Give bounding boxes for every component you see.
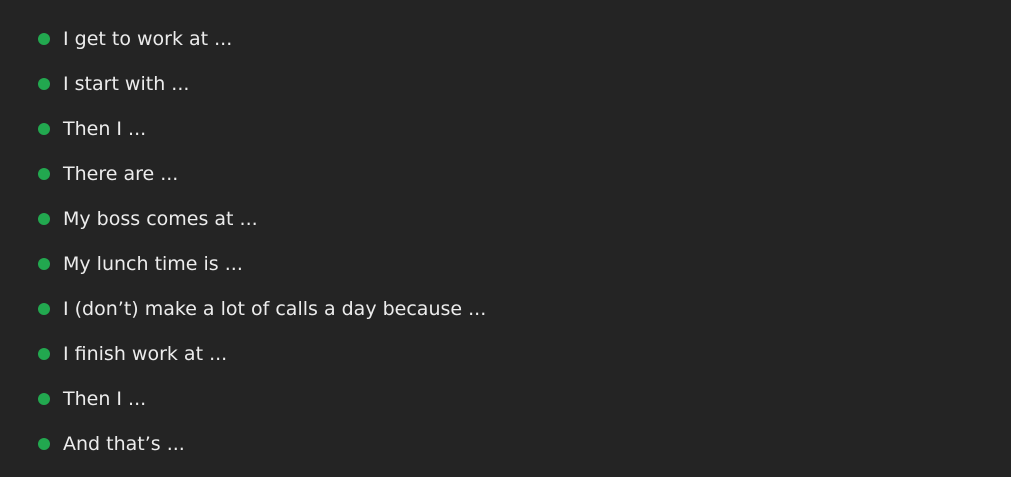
list-item: I get to work at ...	[38, 16, 486, 61]
list-item-text: And that’s ...	[63, 432, 185, 455]
list-item: My boss comes at ...	[38, 196, 486, 241]
bullet-dot-icon	[38, 347, 50, 360]
list-item-text: I finish work at ...	[63, 342, 228, 365]
bullet-dot-icon	[38, 302, 50, 315]
list-item-text: I (don’t) make a lot of calls a day beca…	[63, 297, 487, 320]
list-item: My lunch time is ...	[38, 241, 486, 286]
list-item-text: There are ...	[63, 162, 179, 185]
list-item-text: Then I ...	[63, 117, 147, 140]
list-item-text: Then I ...	[63, 387, 147, 410]
list-item: Then I ...	[38, 376, 486, 421]
bullet-dot-icon	[38, 77, 50, 90]
list-item: I start with ...	[38, 61, 486, 106]
bullet-dot-icon	[38, 437, 50, 450]
list-item: And that’s ...	[38, 421, 486, 466]
bullet-dot-icon	[38, 32, 50, 45]
list-item-text: I start with ...	[63, 72, 190, 95]
sentence-starter-list: I get to work at ... I start with ... Th…	[38, 16, 486, 466]
list-item-text: My lunch time is ...	[63, 252, 243, 275]
bullet-dot-icon	[38, 257, 50, 270]
list-item-text: I get to work at ...	[63, 27, 233, 50]
bullet-dot-icon	[38, 167, 50, 180]
list-item: I (don’t) make a lot of calls a day beca…	[38, 286, 486, 331]
bullet-dot-icon	[38, 392, 50, 405]
bullet-dot-icon	[38, 122, 50, 135]
list-item: I finish work at ...	[38, 331, 486, 376]
bullet-dot-icon	[38, 212, 50, 225]
list-item-text: My boss comes at ...	[63, 207, 258, 230]
list-item: Then I ...	[38, 106, 486, 151]
list-item: There are ...	[38, 151, 486, 196]
